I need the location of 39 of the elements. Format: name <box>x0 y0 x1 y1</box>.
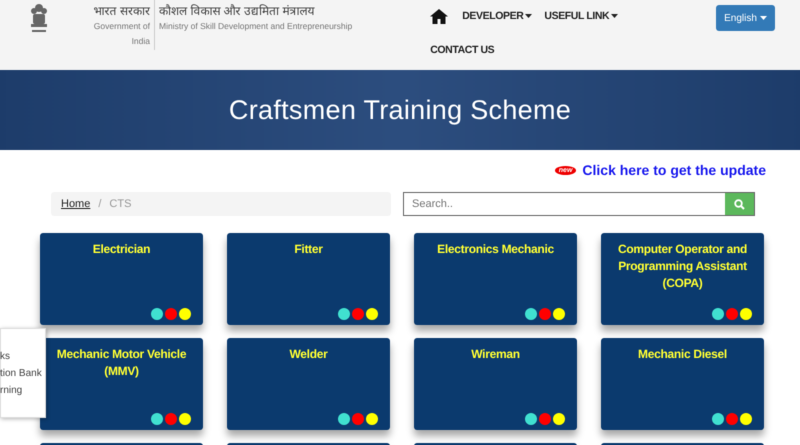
trade-card[interactable]: Mechanic Motor Vehicle (MMV) <box>40 338 203 430</box>
trade-card[interactable]: Electronics Mechanic <box>414 233 577 325</box>
government-hindi-text: भारत सरकार <box>92 3 150 19</box>
search-icon <box>734 198 745 210</box>
nav-link[interactable]: CONTACT US <box>430 44 494 56</box>
trade-title: Electrician <box>92 241 150 258</box>
breadcrumb-link[interactable]: Home <box>61 198 90 210</box>
caret-icon <box>611 14 618 18</box>
nav-link[interactable]: USEFUL LINK <box>544 8 618 24</box>
ministry-text: Ministry of Skill Development and Entrepreneurship <box>159 21 352 31</box>
trade-title: Wireman <box>471 346 520 363</box>
breadcrumb-separator: / <box>98 198 102 210</box>
government-text: Government of India <box>92 20 150 48</box>
trade-card[interactable]: Mechanic Diesel <box>601 338 764 430</box>
trade-title: Welder <box>290 346 328 363</box>
caret-icon <box>760 16 767 20</box>
trade-title: Mechanic Diesel <box>638 346 727 363</box>
language-button[interactable]: English <box>716 5 775 31</box>
home-icon[interactable] <box>430 8 448 24</box>
trade-title: Mechanic Motor Vehicle (MMV) <box>56 346 188 380</box>
trade-card[interactable]: Fitter <box>227 233 390 325</box>
trade-card[interactable]: Computer Operator and Programming Assistant (COPA) <box>601 233 764 325</box>
trade-card[interactable]: Wireman <box>414 338 577 430</box>
trade-title: Fitter <box>294 241 323 258</box>
ministry-hindi-text: कौशल विकास और उद्यमिता मंत्रालय <box>159 3 316 19</box>
menu-item[interactable]: ks <box>0 350 10 362</box>
menu-item[interactable]: rning <box>0 384 22 396</box>
nav-link[interactable]: DEVELOPER <box>462 8 532 24</box>
emblem-icon <box>28 2 50 34</box>
trade-title: Electronics Mechanic <box>437 241 554 258</box>
caret-icon <box>525 14 532 18</box>
trade-card[interactable]: Electrician <box>40 233 203 325</box>
trade-title: Computer Operator and Programming Assistant (COPA) <box>616 241 748 292</box>
trade-card[interactable]: Welder <box>227 338 390 430</box>
breadcrumb-current: CTS <box>109 198 132 210</box>
menu-item[interactable]: tion Bank <box>0 368 42 378</box>
update-link[interactable]: Click here to get the update <box>582 162 766 178</box>
page-title: Craftsmen Training Scheme <box>228 94 572 126</box>
search-field[interactable]: Search.. <box>403 192 755 216</box>
